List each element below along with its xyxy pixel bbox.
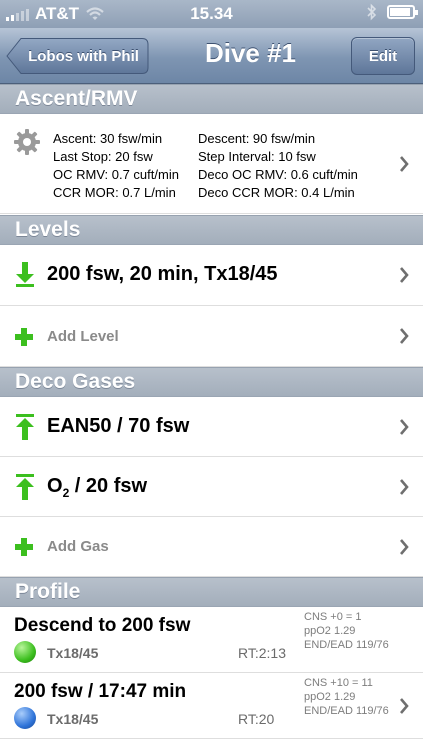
- status-bar: AT&T 15.34: [0, 0, 423, 28]
- level-row[interactable]: 200 fsw, 20 min, Tx18/45: [0, 245, 423, 306]
- blue-dot-icon: [14, 707, 36, 729]
- deco-gas-row[interactable]: O2 / 20 fsw: [0, 457, 423, 517]
- profile-stats: CNS +10 = 11 ppO2 1.29 END/EAD 119/76: [304, 676, 389, 718]
- status-right: [367, 3, 418, 21]
- profile-row[interactable]: Descend to 200 fsw Tx18/45 RT:2:13 CNS +…: [0, 607, 423, 673]
- section-header-levels: Levels: [0, 215, 423, 245]
- profile-gas: Tx18/45: [47, 711, 99, 727]
- profile-stats: CNS +0 = 1 ppO2 1.29 END/EAD 119/76: [304, 610, 389, 652]
- edit-button[interactable]: Edit: [351, 37, 415, 75]
- plus-icon: [15, 538, 33, 556]
- gas-depth: / 20 fsw: [69, 475, 148, 497]
- ascent-rate: Ascent: 30 fsw/min: [53, 131, 163, 146]
- add-level-button[interactable]: Add Level: [0, 306, 423, 367]
- deco-gas-label: O2 / 20 fsw: [47, 475, 147, 500]
- ascend-arrow-icon: [16, 474, 34, 500]
- cns-value: CNS +0 = 1: [304, 611, 362, 623]
- chevron-right-icon: [400, 418, 409, 435]
- ascent-rmv-left-column: Ascent: 30 fsw/min Last Stop: 20 fsw OC …: [53, 130, 179, 202]
- chevron-right-icon: [400, 155, 409, 172]
- status-time: 15.34: [190, 4, 233, 23]
- profile-row[interactable]: 200 fsw / 17:47 min Tx18/45 RT:20 CNS +1…: [0, 673, 423, 739]
- deco-oc-rmv: Deco OC RMV: 0.6 cuft/min: [198, 167, 358, 182]
- last-stop: Last Stop: 20 fsw: [53, 149, 153, 164]
- deco-ccr-mor: Deco CCR MOR: 0.4 L/min: [198, 185, 355, 200]
- battery-icon: [387, 5, 418, 19]
- gas-symbol: O: [47, 475, 63, 497]
- profile-runtime: RT:20: [238, 711, 275, 727]
- deco-gas-row[interactable]: EAN50 / 70 fsw: [0, 397, 423, 457]
- ppo2-value: ppO2 1.29: [304, 625, 356, 637]
- chevron-right-icon: [400, 328, 409, 344]
- chevron-right-icon: [400, 267, 409, 283]
- gear-icon: [14, 129, 40, 155]
- profile-runtime: RT:2:13: [238, 645, 286, 661]
- section-header-profile: Profile: [0, 577, 423, 607]
- ascend-arrow-icon: [16, 414, 34, 440]
- add-gas-label: Add Gas: [47, 538, 109, 555]
- section-header-deco-gases: Deco Gases: [0, 367, 423, 397]
- plus-icon: [15, 328, 33, 346]
- ascent-rmv-row[interactable]: Ascent: 30 fsw/min Last Stop: 20 fsw OC …: [0, 114, 423, 214]
- green-dot-icon: [14, 641, 36, 663]
- level-label: 200 fsw, 20 min, Tx18/45: [47, 263, 278, 285]
- descent-rate: Descent: 90 fsw/min: [198, 131, 316, 146]
- navigation-bar: Lobos with Phil Dive #1 Edit: [0, 28, 423, 84]
- end-ead-value: END/EAD 119/76: [304, 705, 389, 717]
- ppo2-value: ppO2 1.29: [304, 691, 356, 703]
- cns-value: CNS +10 = 11: [304, 677, 373, 689]
- profile-gas: Tx18/45: [47, 645, 99, 661]
- profile-step-title: 200 fsw / 17:47 min: [14, 681, 187, 702]
- step-interval: Step Interval: 10 fsw: [198, 149, 316, 164]
- bluetooth-icon: [367, 3, 377, 21]
- chevron-right-icon: [400, 697, 409, 714]
- page-title: Dive #1: [204, 38, 297, 68]
- chevron-right-icon: [400, 478, 409, 495]
- profile-step-title: Descend to 200 fsw: [14, 615, 191, 636]
- back-button-label: Lobos with Phil: [28, 47, 139, 65]
- section-header-ascent-rmv: Ascent/RMV: [0, 84, 423, 114]
- ascent-rmv-right-column: Descent: 90 fsw/min Step Interval: 10 fs…: [198, 130, 358, 202]
- chevron-right-icon: [400, 538, 409, 555]
- add-level-label: Add Level: [47, 328, 119, 345]
- back-button[interactable]: Lobos with Phil: [6, 37, 149, 75]
- descend-arrow-icon: [16, 262, 34, 287]
- oc-rmv: OC RMV: 0.7 cuft/min: [53, 167, 179, 182]
- deco-gas-label: EAN50 / 70 fsw: [47, 415, 190, 437]
- add-gas-button[interactable]: Add Gas: [0, 517, 423, 577]
- end-ead-value: END/EAD 119/76: [304, 639, 389, 651]
- ccr-mor: CCR MOR: 0.7 L/min: [53, 185, 176, 200]
